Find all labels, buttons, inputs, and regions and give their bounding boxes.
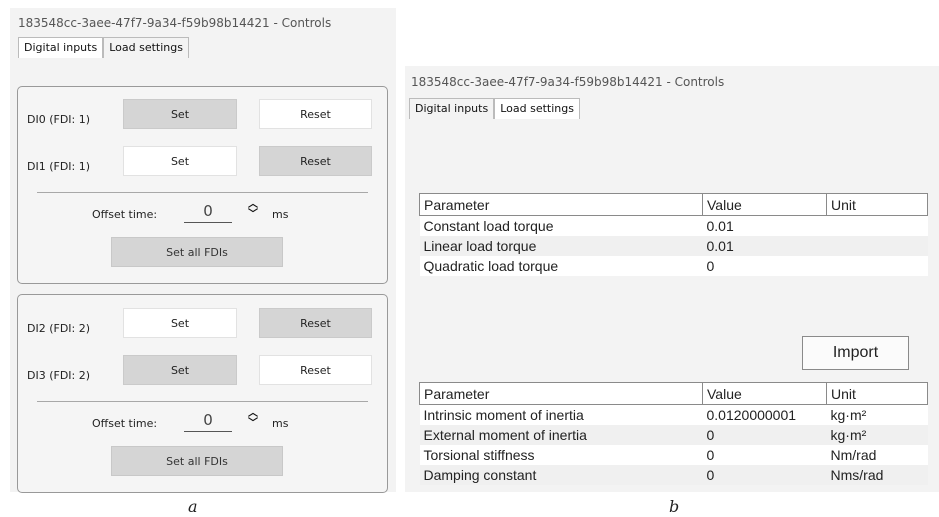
column-header-parameter[interactable]: Parameter <box>419 382 703 405</box>
inertia-table: Parameter Value Unit Intrinsic moment of… <box>419 382 928 485</box>
column-header-unit[interactable]: Unit <box>826 382 928 405</box>
window-title: 183548cc-3aee-47f7-9a34-f59b98b14421 - C… <box>411 75 725 89</box>
chevron-down-icon[interactable]: ﹀ <box>246 419 260 429</box>
column-header-value[interactable]: Value <box>702 193 827 216</box>
parameter-cell: Constant load torque <box>419 215 703 236</box>
di2-reset-button[interactable]: Reset <box>259 308 372 338</box>
fdi-group-2: DI2 (FDI: 2) Set Reset DI3 (FDI: 2) Set … <box>17 294 388 493</box>
column-header-value[interactable]: Value <box>702 382 827 405</box>
window-title: 183548cc-3aee-47f7-9a34-f59b98b14421 - C… <box>18 16 332 30</box>
offset-unit: ms <box>272 417 289 430</box>
offset-time-stepper[interactable]: ︿ ﹀ <box>246 409 260 429</box>
di0-label: DI0 (FDI: 1) <box>27 113 91 126</box>
offset-time-stepper[interactable]: ︿ ﹀ <box>246 200 260 220</box>
offset-unit: ms <box>272 208 289 221</box>
column-header-unit[interactable]: Unit <box>826 193 928 216</box>
set-all-fdis-button[interactable]: Set all FDIs <box>111 237 283 267</box>
di2-set-button[interactable]: Set <box>123 308 237 338</box>
tab-bar: Digital inputs Load settings <box>18 37 189 58</box>
tab-bar: Digital inputs Load settings <box>409 98 580 119</box>
unit-cell: kg·m² <box>826 404 928 425</box>
offset-time-label: Offset time: <box>92 208 158 221</box>
divider <box>37 401 368 402</box>
unit-cell: Nms/rad <box>826 465 928 485</box>
parameter-cell: Torsional stiffness <box>419 445 703 465</box>
unit-cell <box>826 215 928 236</box>
di0-set-button[interactable]: Set <box>123 99 237 129</box>
di3-label: DI3 (FDI: 2) <box>27 369 91 382</box>
value-cell[interactable]: 0.0120000001 <box>702 404 827 425</box>
parameter-cell: Linear load torque <box>419 236 703 256</box>
unit-cell: kg·m² <box>826 425 928 445</box>
table-row[interactable]: Quadratic load torque 0 <box>419 256 928 276</box>
di1-reset-button[interactable]: Reset <box>259 146 372 176</box>
offset-time-input[interactable]: 0 <box>184 202 232 223</box>
caption-b: b <box>669 497 680 516</box>
tab-load-settings[interactable]: Load settings <box>494 98 580 119</box>
table-row[interactable]: External moment of inertia 0 kg·m² <box>419 425 928 445</box>
di1-set-button[interactable]: Set <box>123 146 237 176</box>
table-row[interactable]: Intrinsic moment of inertia 0.0120000001… <box>419 404 928 425</box>
di0-reset-button[interactable]: Reset <box>259 99 372 129</box>
fdi-group-1: DI0 (FDI: 1) Set Reset DI1 (FDI: 1) Set … <box>17 86 388 284</box>
tab-load-settings[interactable]: Load settings <box>103 37 189 58</box>
tab-digital-inputs[interactable]: Digital inputs <box>409 98 495 119</box>
unit-cell: Nm/rad <box>826 445 928 465</box>
import-button[interactable]: Import <box>802 336 909 370</box>
parameter-cell: Damping constant <box>419 465 703 485</box>
value-cell[interactable]: 0.01 <box>702 215 827 236</box>
value-cell[interactable]: 0 <box>702 256 827 276</box>
table-row[interactable]: Torsional stiffness 0 Nm/rad <box>419 445 928 465</box>
column-header-parameter[interactable]: Parameter <box>419 193 703 216</box>
offset-time-input[interactable]: 0 <box>184 411 232 432</box>
offset-time-label: Offset time: <box>92 417 158 430</box>
controls-window-digital-inputs: 183548cc-3aee-47f7-9a34-f59b98b14421 - C… <box>10 8 396 493</box>
parameter-cell: Intrinsic moment of inertia <box>419 404 703 425</box>
tab-digital-inputs[interactable]: Digital inputs <box>18 37 104 58</box>
value-cell[interactable]: 0.01 <box>702 236 827 256</box>
table-row[interactable]: Damping constant 0 Nms/rad <box>419 465 928 485</box>
value-cell[interactable]: 0 <box>702 425 827 445</box>
di3-set-button[interactable]: Set <box>123 355 237 385</box>
value-cell[interactable]: 0 <box>702 465 827 485</box>
table-row[interactable]: Constant load torque 0.01 <box>419 215 928 236</box>
di1-label: DI1 (FDI: 1) <box>27 160 91 173</box>
unit-cell <box>826 236 928 256</box>
caption-a: a <box>188 497 198 516</box>
di2-label: DI2 (FDI: 2) <box>27 322 91 335</box>
di3-reset-button[interactable]: Reset <box>259 355 372 385</box>
parameter-cell: Quadratic load torque <box>419 256 703 276</box>
load-torque-table: Parameter Value Unit Constant load torqu… <box>419 193 928 276</box>
set-all-fdis-button[interactable]: Set all FDIs <box>111 446 283 476</box>
chevron-down-icon[interactable]: ﹀ <box>246 210 260 220</box>
unit-cell <box>826 256 928 276</box>
value-cell[interactable]: 0 <box>702 445 827 465</box>
controls-window-load-settings: 183548cc-3aee-47f7-9a34-f59b98b14421 - C… <box>405 66 939 492</box>
parameter-cell: External moment of inertia <box>419 425 703 445</box>
divider <box>37 192 368 193</box>
table-row[interactable]: Linear load torque 0.01 <box>419 236 928 256</box>
